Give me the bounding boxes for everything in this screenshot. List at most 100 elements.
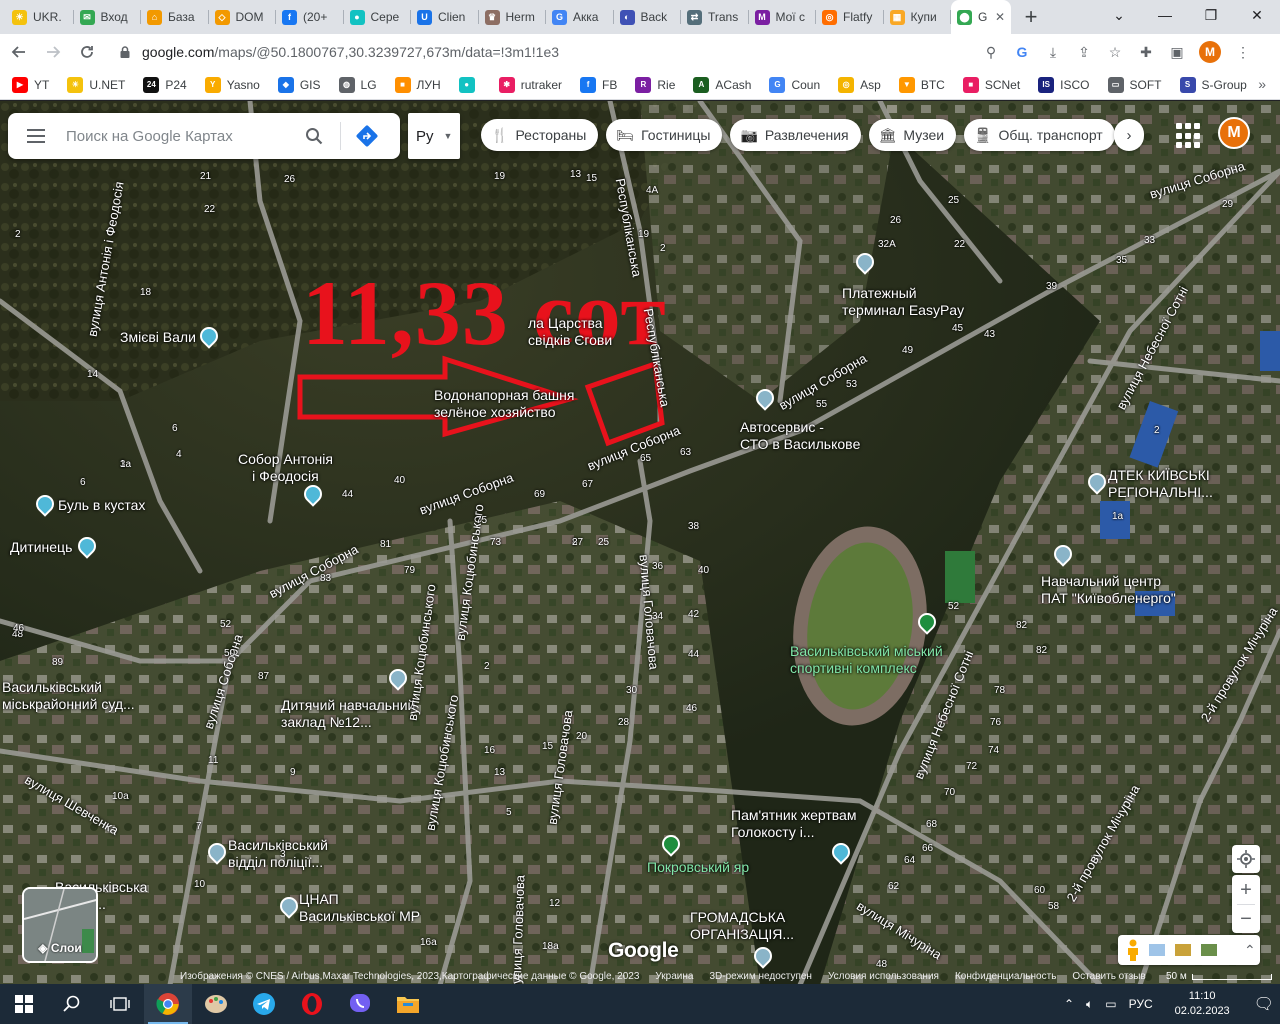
search-input[interactable] [64, 126, 294, 146]
minimize-button[interactable]: — [1142, 0, 1188, 30]
browser-tab[interactable]: ◐ Back [614, 0, 682, 34]
bookmark-item[interactable]: S S-Group [1179, 76, 1247, 93]
place-label[interactable]: Васильківський міський спортивні комплек… [790, 643, 943, 677]
scale-bar[interactable]: 50 м [1166, 971, 1272, 982]
attribution-link[interactable]: 3D-режим недоступен [709, 971, 812, 985]
place-label[interactable]: ла Царства свідків Єгови [528, 315, 612, 349]
zoom-in-button[interactable]: + [1240, 876, 1252, 904]
map-canvas[interactable]: 11,33 сот Змієві Вали Собор Антонія і Фео… [0, 101, 1280, 985]
browser-tab[interactable]: f (20+ [276, 0, 344, 34]
taskbar-opera[interactable] [288, 984, 336, 1024]
notifications-icon[interactable]: 🗨︎ [1254, 994, 1274, 1014]
reload-button[interactable] [72, 37, 102, 67]
category-chip[interactable]: 🏛 Музеи [868, 119, 957, 151]
taskbar-search-button[interactable] [48, 984, 96, 1024]
bookmark-item[interactable]: ■ SCNet [962, 76, 1020, 93]
tab-search-icon[interactable]: ⌄ [1096, 0, 1142, 30]
bookmark-item[interactable]: ◍ LG [338, 76, 377, 93]
start-button[interactable] [0, 984, 48, 1024]
bookmark-item[interactable]: ▶ YT [12, 76, 49, 93]
place-label[interactable]: Васильківський міськрайонний суд... [2, 679, 135, 713]
directions-button[interactable] [347, 113, 387, 159]
place-label[interactable]: Платежный терминал EasyPay [842, 285, 964, 319]
bookmark-item[interactable]: G Coun [769, 76, 820, 93]
forward-button[interactable] [38, 37, 68, 67]
browser-tab[interactable]: ◇ DOM [209, 0, 277, 34]
google-lens-icon[interactable]: G [1013, 43, 1031, 61]
category-chip[interactable]: 🚆 Общ. транспорт [964, 119, 1115, 151]
bookmark-item[interactable]: ■ ЛУН [394, 76, 441, 93]
menu-button[interactable] [8, 113, 64, 159]
address-bar[interactable]: google.com/maps/@50.1800767,30.3239727,6… [112, 38, 1252, 66]
browser-tab[interactable]: G Акка [546, 0, 614, 34]
bookmark-item[interactable]: ◎ Asp [838, 76, 881, 93]
category-chip[interactable]: 🛏 Гостиницы [606, 119, 723, 151]
browser-tab[interactable]: ☀ UKR. [6, 0, 74, 34]
attribution-link[interactable]: Условия использования [828, 971, 939, 985]
search-button[interactable] [294, 113, 334, 159]
place-label[interactable]: Водонапорная башня зелёное хозяйство [434, 387, 574, 421]
bookmarks-overflow-button[interactable]: » [1258, 76, 1266, 92]
bookmark-item[interactable]: A ACash [693, 76, 751, 93]
expand-chevron-icon[interactable]: ⌃ [1244, 942, 1256, 959]
browser-tab[interactable]: ⌂ База [141, 0, 209, 34]
pegman-icon[interactable] [1126, 939, 1140, 961]
browser-tab[interactable]: ▦ Купи [884, 0, 952, 34]
imagery-thumb-3[interactable] [1200, 943, 1218, 957]
task-view-button[interactable] [96, 984, 144, 1024]
bookmark-item[interactable]: 24 P24 [143, 76, 187, 93]
side-panel-icon[interactable]: ▣ [1168, 43, 1186, 61]
place-label[interactable]: Дитинець [10, 539, 72, 556]
account-avatar[interactable]: M [1218, 117, 1250, 149]
attribution-link[interactable]: Оставить отзыв [1072, 971, 1145, 985]
network-icon[interactable]: ▭ [1105, 997, 1116, 1011]
bookmark-item[interactable]: ✱ rutraker [498, 76, 562, 93]
zoom-out-button[interactable]: − [1240, 905, 1252, 933]
new-tab-button[interactable]: + [1017, 3, 1045, 31]
place-label[interactable]: Васильківський відділ поліції... [228, 837, 328, 871]
bookmark-item[interactable]: f FB [580, 76, 617, 93]
bookmark-star-icon[interactable]: ☆ [1106, 43, 1124, 61]
place-label[interactable]: Буль в кустах [58, 497, 145, 514]
place-label[interactable]: Собор Антонія і Феодосія [238, 451, 333, 485]
imagery-thumb-2[interactable] [1174, 943, 1192, 957]
browser-tab[interactable]: ✉ Вход [74, 0, 142, 34]
place-label[interactable]: Змієві Вали [120, 329, 196, 346]
chips-next-button[interactable]: › [1114, 119, 1144, 151]
keyboard-language[interactable]: РУС [1129, 997, 1153, 1011]
bookmark-item[interactable]: ☀ U.NET [67, 76, 125, 93]
browser-tab[interactable]: ● Сере [344, 0, 412, 34]
install-icon[interactable]: ⤓ [1044, 43, 1062, 61]
layers-button[interactable]: ◈ Слои [22, 887, 98, 963]
bookmark-item[interactable]: IS ISCO [1038, 76, 1090, 93]
close-window-button[interactable]: ✕ [1234, 0, 1280, 30]
place-label[interactable]: Автосервис - СТО в Васильковe [740, 419, 860, 453]
close-tab-icon[interactable]: ✕ [992, 10, 1005, 24]
browser-tab[interactable]: ◎ Flatfy [816, 0, 884, 34]
bookmark-item[interactable]: R Rie [635, 76, 675, 93]
place-label[interactable]: Покровський яр [647, 859, 749, 876]
browser-tab[interactable]: ⇄ Trans [681, 0, 749, 34]
taskbar-telegram[interactable] [240, 984, 288, 1024]
back-button[interactable] [4, 37, 34, 67]
browser-tab[interactable]: ♛ Herm [479, 0, 547, 34]
taskbar-chrome[interactable] [144, 984, 192, 1024]
google-apps-icon[interactable] [1176, 123, 1202, 149]
category-chip[interactable]: 📷 Развлечения [730, 119, 861, 151]
place-label[interactable]: Навчальний центр ПАТ "Київобленерго" [1041, 573, 1176, 607]
browser-tab[interactable]: M Мої с [749, 0, 817, 34]
place-label[interactable]: Дитячий навчальний заклад №12... [281, 697, 415, 731]
lock-icon[interactable] [118, 45, 132, 59]
bookmark-item[interactable]: ● [458, 76, 481, 93]
profile-avatar[interactable]: M [1199, 41, 1221, 63]
extensions-icon[interactable]: ✚ [1137, 43, 1155, 61]
place-label[interactable]: ГРОМАДСЬКА ОРГАНІЗАЦІЯ... [690, 909, 794, 943]
attribution-link[interactable]: Конфиденциальность [955, 971, 1056, 985]
language-select[interactable]: Ру ▼ [408, 113, 460, 159]
taskbar-paint[interactable] [192, 984, 240, 1024]
tab-active[interactable]: ⬤ G ✕ [951, 0, 1011, 34]
imagery-thumb-1[interactable] [1148, 943, 1166, 957]
restore-button[interactable]: ❐ [1188, 0, 1234, 30]
chrome-menu-icon[interactable]: ⋮ [1234, 43, 1252, 61]
bookmark-item[interactable]: Y Yasno [204, 76, 260, 93]
